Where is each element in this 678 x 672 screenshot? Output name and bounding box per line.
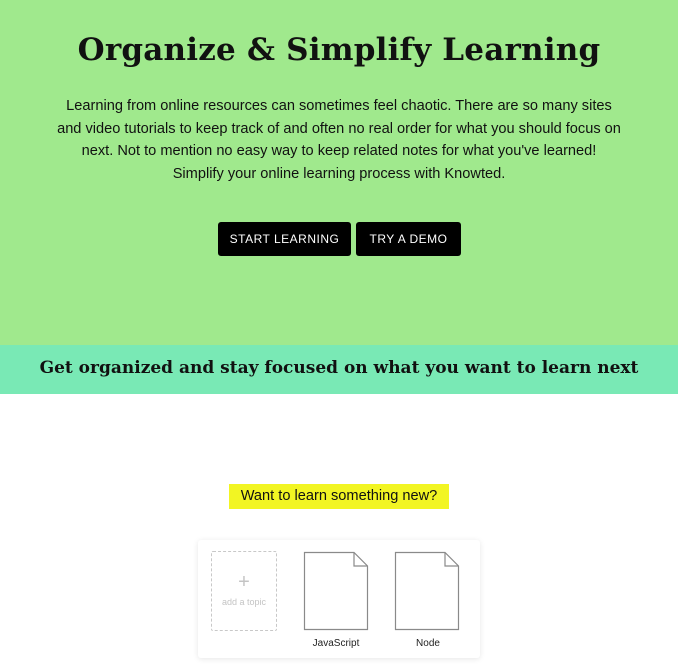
plus-icon: + bbox=[238, 571, 250, 593]
hero-section: Organize & Simplify Learning Learning fr… bbox=[0, 0, 678, 345]
tagline-text: Get organized and stay focused on what y… bbox=[39, 358, 639, 378]
learn-prompt: Want to learn something new? bbox=[229, 484, 449, 509]
document-icon bbox=[394, 551, 460, 631]
document-icon bbox=[303, 551, 369, 631]
add-topic-button[interactable]: + add a topic bbox=[211, 551, 277, 631]
try-demo-button[interactable]: TRY A DEMO bbox=[356, 222, 461, 256]
topic-label-javascript: JavaScript bbox=[312, 638, 360, 649]
tagline-banner: Get organized and stay focused on what y… bbox=[0, 345, 678, 394]
hero-title: Organize & Simplify Learning bbox=[77, 32, 601, 68]
topic-javascript[interactable] bbox=[303, 551, 369, 631]
topic-node[interactable] bbox=[394, 551, 460, 631]
topics-card: + add a topic JavaScript Node bbox=[198, 540, 480, 658]
hero-description: Learning from online resources can somet… bbox=[57, 98, 621, 182]
add-topic-label: add a topic bbox=[221, 597, 267, 607]
start-learning-button[interactable]: START LEARNING bbox=[218, 222, 351, 256]
topic-label-node: Node bbox=[416, 638, 440, 649]
